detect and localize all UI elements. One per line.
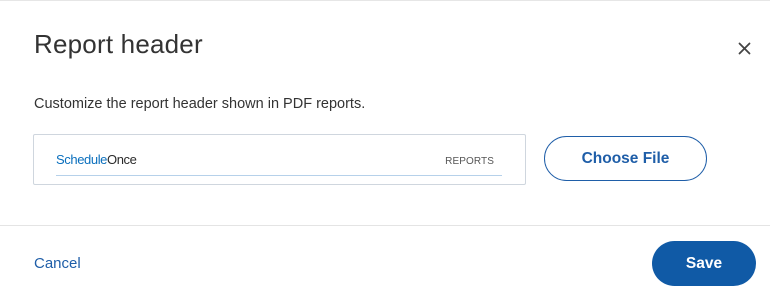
scheduleonce-logo: ScheduleOnce	[56, 152, 137, 167]
close-icon	[738, 42, 750, 54]
dialog-description: Customize the report header shown in PDF…	[34, 96, 366, 112]
footer-divider	[0, 225, 770, 226]
close-button[interactable]	[732, 36, 756, 60]
choose-file-button[interactable]: Choose File	[544, 136, 707, 181]
cancel-link[interactable]: Cancel	[34, 255, 81, 272]
logo-once-text: Once	[107, 152, 137, 167]
report-header-dialog: Report header Customize the report heade…	[0, 0, 770, 296]
dialog-title: Report header	[34, 29, 203, 59]
reports-tag: REPORTS	[445, 156, 494, 167]
preview-underline	[56, 175, 502, 176]
report-header-preview: ScheduleOnce REPORTS	[33, 134, 526, 185]
logo-brand-text: Schedule	[56, 152, 108, 167]
save-button[interactable]: Save	[652, 241, 756, 286]
